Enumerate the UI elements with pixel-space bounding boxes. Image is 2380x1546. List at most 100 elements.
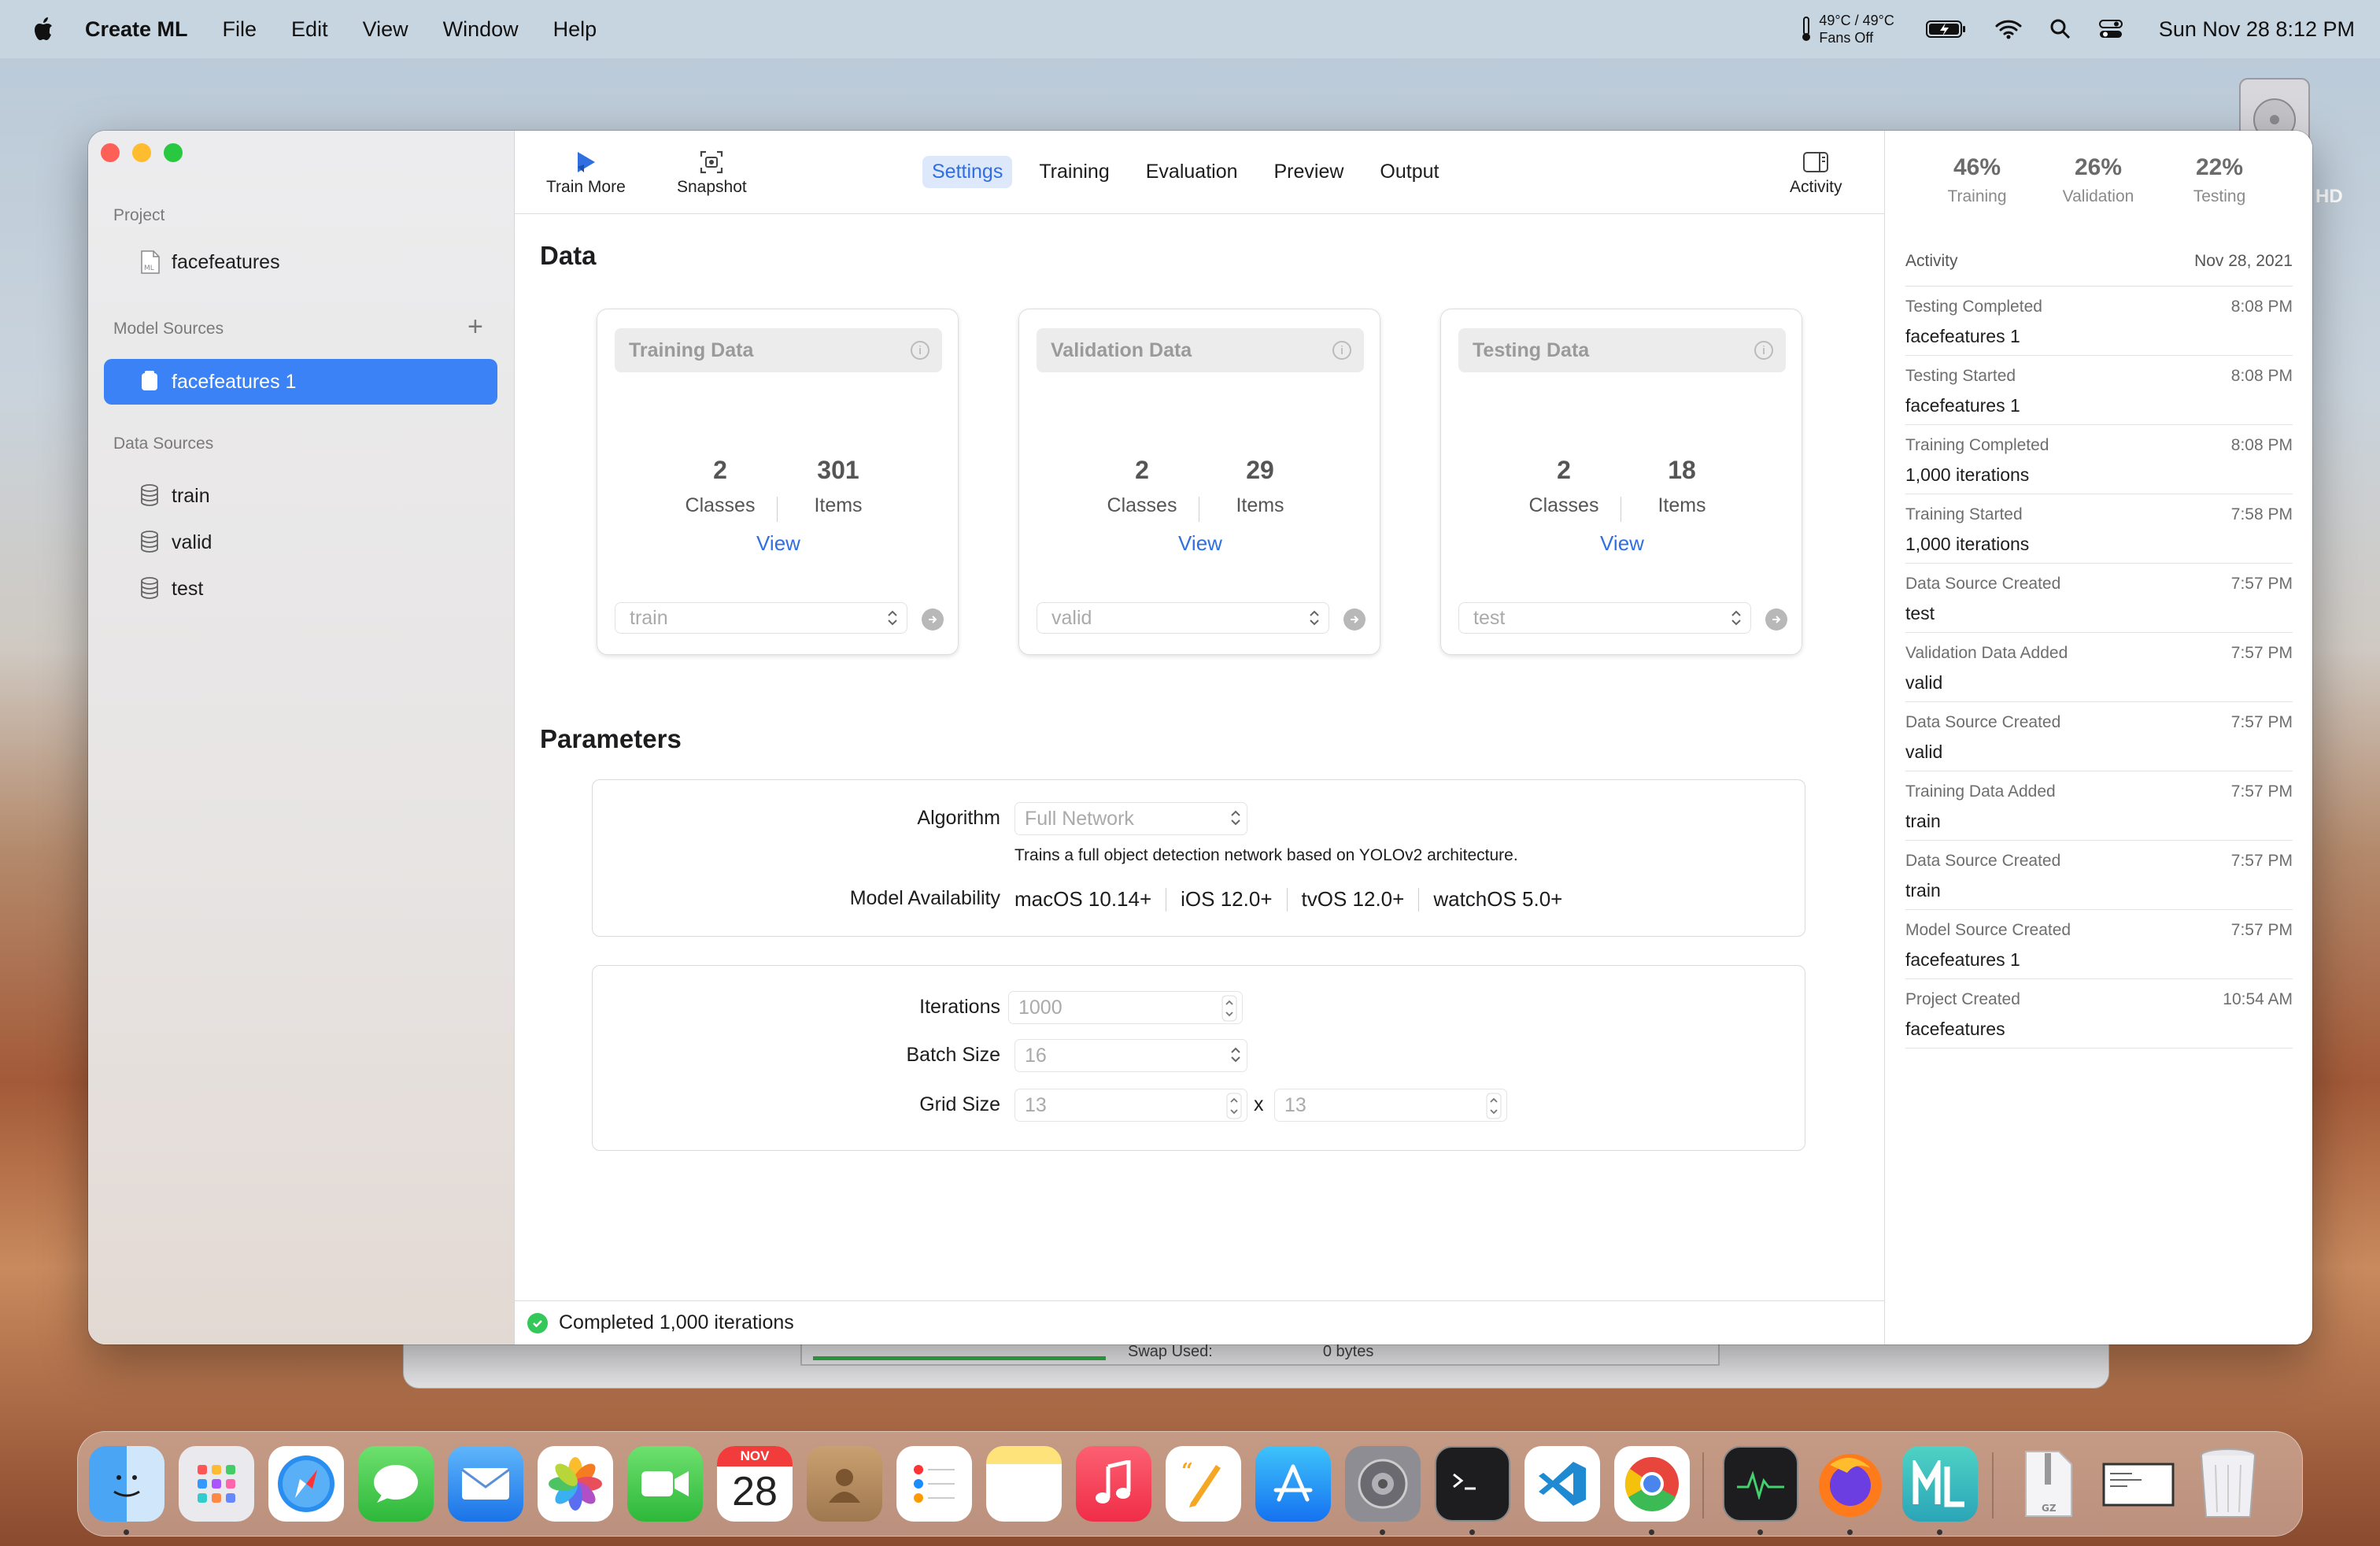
info-icon[interactable]: i bbox=[1332, 341, 1351, 360]
vscode-icon[interactable] bbox=[1524, 1446, 1600, 1522]
grid-width-stepper[interactable]: 13 bbox=[1014, 1089, 1247, 1122]
menu-app-name[interactable]: Create ML bbox=[85, 17, 188, 42]
sidebar-item-project[interactable]: ML facefeatures bbox=[104, 239, 497, 285]
info-icon[interactable]: i bbox=[911, 341, 929, 360]
event-detail: test bbox=[1905, 603, 1935, 623]
calendar-icon[interactable]: NOV 28 bbox=[717, 1446, 793, 1522]
running-indicator bbox=[1380, 1529, 1385, 1535]
activity-event[interactable]: Project Created 10:54 AM facefeatures bbox=[1905, 979, 2293, 1049]
menu-view[interactable]: View bbox=[363, 17, 408, 42]
activity-event[interactable]: Data Source Created 7:57 PM test bbox=[1905, 564, 2293, 633]
availability-tvos: tvOS 12.0+ bbox=[1301, 887, 1405, 911]
menu-clock[interactable]: Sun Nov 28 8:12 PM bbox=[2159, 17, 2355, 42]
tab-evaluation[interactable]: Evaluation bbox=[1136, 156, 1247, 188]
sidebar-item-model-source[interactable]: facefeatures 1 bbox=[104, 359, 497, 405]
project-name: facefeatures bbox=[172, 250, 280, 273]
create-ml-icon[interactable] bbox=[1902, 1446, 1978, 1522]
running-indicator bbox=[1757, 1529, 1763, 1535]
chrome-icon[interactable] bbox=[1614, 1446, 1690, 1522]
app-store-icon[interactable] bbox=[1255, 1446, 1331, 1522]
background-window[interactable]: Swap Used: 0 bytes bbox=[403, 1338, 2109, 1389]
spotlight-search-icon[interactable] bbox=[2050, 19, 2071, 39]
add-model-source-button[interactable]: + bbox=[468, 313, 483, 340]
items-stat: 18 Items bbox=[1627, 456, 1737, 517]
view-link[interactable]: View bbox=[597, 531, 959, 556]
battery-icon[interactable] bbox=[1925, 20, 1967, 39]
tab-output[interactable]: Output bbox=[1370, 156, 1448, 188]
activity-event[interactable]: Training Started 7:58 PM 1,000 iterations bbox=[1905, 494, 2293, 564]
status-text: Completed 1,000 iterations bbox=[559, 1311, 794, 1333]
sidebar-item-valid[interactable]: valid bbox=[104, 520, 497, 565]
temperature-status[interactable]: 49°C / 49°C Fans Off bbox=[1800, 12, 1894, 46]
activity-event[interactable]: Testing Started 8:08 PM facefeatures 1 bbox=[1905, 356, 2293, 425]
close-window-button[interactable] bbox=[101, 143, 120, 162]
grid-height-stepper[interactable]: 13 bbox=[1274, 1089, 1507, 1122]
tab-preview[interactable]: Preview bbox=[1265, 156, 1354, 188]
tab-training[interactable]: Training bbox=[1029, 156, 1118, 188]
photos-icon[interactable] bbox=[538, 1446, 613, 1522]
finder-icon[interactable] bbox=[89, 1446, 164, 1522]
terminal-icon[interactable] bbox=[1435, 1446, 1510, 1522]
tab-settings[interactable]: Settings bbox=[922, 156, 1013, 188]
screenshot-icon[interactable] bbox=[2101, 1446, 2176, 1522]
go-to-source-button[interactable] bbox=[922, 608, 944, 631]
activity-event[interactable]: Validation Data Added 7:57 PM valid bbox=[1905, 633, 2293, 702]
pages-icon[interactable]: “ bbox=[1166, 1446, 1241, 1522]
messages-icon[interactable] bbox=[358, 1446, 434, 1522]
menu-file[interactable]: File bbox=[223, 17, 257, 42]
reminders-icon[interactable] bbox=[896, 1446, 972, 1522]
train-more-button[interactable]: Train More bbox=[546, 146, 626, 197]
snapshot-button[interactable]: Snapshot bbox=[677, 146, 747, 197]
mail-icon[interactable] bbox=[448, 1446, 523, 1522]
notes-icon[interactable] bbox=[986, 1446, 1062, 1522]
trash-icon[interactable] bbox=[2190, 1446, 2266, 1522]
activity-event[interactable]: Data Source Created 7:57 PM train bbox=[1905, 841, 2293, 910]
activity-event[interactable]: Training Completed 8:08 PM 1,000 iteration… bbox=[1905, 425, 2293, 494]
classes-stat: 2 Classes bbox=[1087, 456, 1197, 517]
activity-event[interactable]: Model Source Created 7:57 PM facefeatures … bbox=[1905, 910, 2293, 979]
stepper-arrows-icon[interactable] bbox=[1486, 1093, 1502, 1125]
minimize-window-button[interactable] bbox=[132, 143, 151, 162]
algorithm-select[interactable]: Full Network bbox=[1014, 802, 1247, 835]
validation-split-label: Validation bbox=[2062, 187, 2134, 205]
wifi-icon[interactable] bbox=[1995, 19, 2022, 39]
launchpad-icon[interactable] bbox=[179, 1446, 254, 1522]
menu-help[interactable]: Help bbox=[553, 17, 597, 42]
card-title: Training Data bbox=[629, 338, 754, 361]
activity-event[interactable]: Data Source Created 7:57 PM valid bbox=[1905, 702, 2293, 771]
activity-toggle-button[interactable]: Activity bbox=[1790, 146, 1842, 197]
batch-size-select[interactable]: 16 bbox=[1014, 1039, 1247, 1072]
contacts-icon[interactable] bbox=[807, 1446, 882, 1522]
stepper-arrows-icon[interactable] bbox=[1221, 995, 1237, 1027]
data-source-select[interactable]: train bbox=[615, 602, 907, 634]
apple-logo-icon[interactable] bbox=[31, 17, 54, 42]
archive-icon[interactable]: GZ bbox=[2011, 1446, 2086, 1522]
chevron-updown-icon bbox=[1229, 806, 1242, 835]
data-source-select[interactable]: valid bbox=[1037, 602, 1329, 634]
menu-window[interactable]: Window bbox=[443, 17, 519, 42]
music-icon[interactable] bbox=[1076, 1446, 1151, 1522]
running-indicator bbox=[1469, 1529, 1475, 1535]
go-to-source-button[interactable] bbox=[1343, 608, 1366, 631]
info-icon[interactable]: i bbox=[1754, 341, 1773, 360]
firefox-icon[interactable] bbox=[1813, 1446, 1888, 1522]
data-source-select[interactable]: test bbox=[1458, 602, 1751, 634]
view-link[interactable]: View bbox=[1441, 531, 1803, 556]
facetime-icon[interactable] bbox=[627, 1446, 703, 1522]
system-preferences-icon[interactable] bbox=[1345, 1446, 1421, 1522]
view-link[interactable]: View bbox=[1019, 531, 1381, 556]
go-to-source-button[interactable] bbox=[1765, 608, 1787, 631]
safari-icon[interactable] bbox=[268, 1446, 344, 1522]
iterations-stepper[interactable]: 1000 bbox=[1008, 991, 1243, 1024]
control-center-icon[interactable] bbox=[2098, 19, 2123, 39]
swap-used-label: Swap Used: bbox=[1128, 1342, 1213, 1360]
sidebar-item-test[interactable]: test bbox=[104, 566, 497, 612]
classes-stat: 2 Classes bbox=[1509, 456, 1619, 517]
sidebar-item-train[interactable]: train bbox=[104, 473, 497, 519]
activity-event[interactable]: Training Data Added 7:57 PM train bbox=[1905, 771, 2293, 841]
zoom-window-button[interactable] bbox=[164, 143, 183, 162]
activity-monitor-icon[interactable] bbox=[1723, 1446, 1798, 1522]
menu-edit[interactable]: Edit bbox=[291, 17, 328, 42]
activity-event[interactable]: Testing Completed 8:08 PM facefeatures 1 bbox=[1905, 287, 2293, 356]
stepper-arrows-icon[interactable] bbox=[1226, 1093, 1242, 1125]
